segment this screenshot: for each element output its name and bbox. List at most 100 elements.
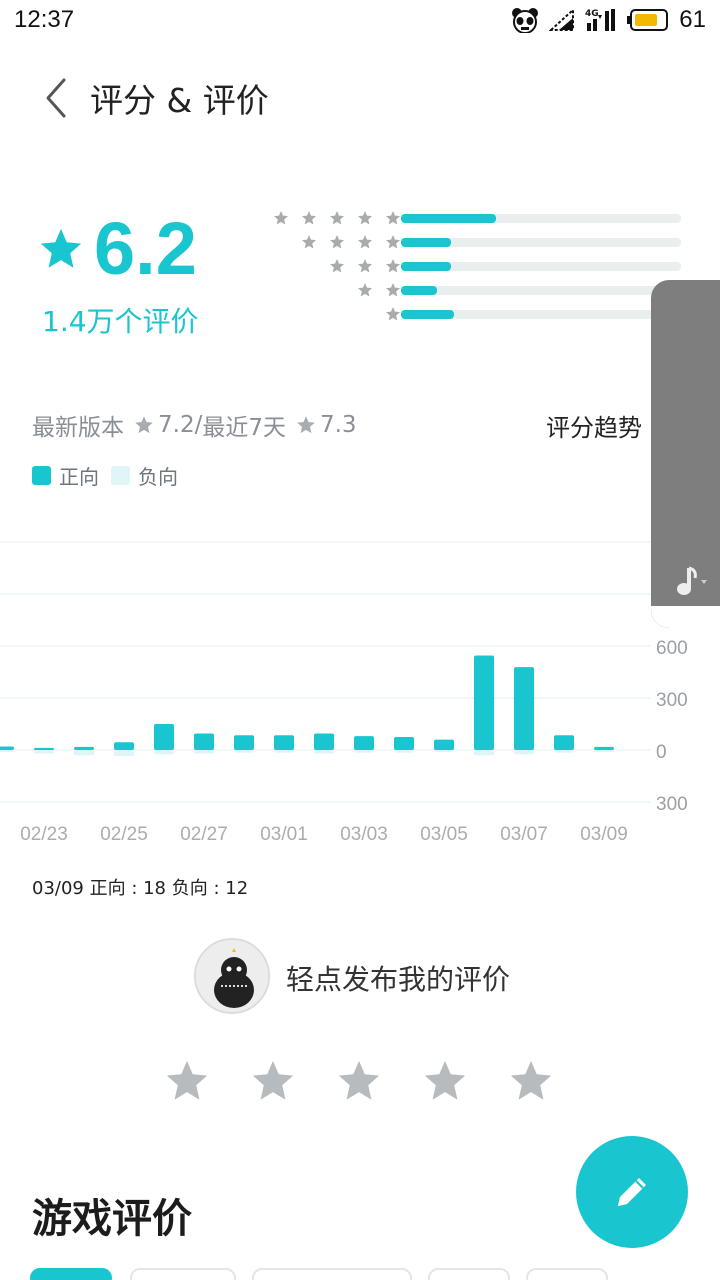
filter-tab[interactable] [30, 1268, 112, 1280]
star-icon [297, 416, 315, 434]
distribution-bar-track [401, 238, 681, 247]
positive-bar [34, 747, 54, 750]
positive-bar [474, 655, 494, 750]
positive-bar [154, 724, 174, 750]
recent-score: 7.3 [319, 412, 357, 438]
filter-tab[interactable] [428, 1268, 510, 1280]
legend-positive-swatch [32, 465, 51, 485]
page-title: 评分 & 评价 [90, 81, 269, 120]
x-tick-label: 03/03 [340, 824, 388, 845]
star-icon [358, 259, 372, 273]
floating-panel-edge [651, 606, 720, 628]
distribution-bar-fill [401, 286, 438, 295]
distribution-bar-fill [401, 262, 452, 271]
legend-positive: 正向 [32, 461, 99, 490]
version-separator: / [194, 412, 203, 438]
negative-bar [474, 750, 494, 756]
positive-bar [114, 742, 134, 750]
positive-bar [354, 736, 374, 750]
rating-trend-button[interactable]: 评分趋势 [546, 408, 642, 443]
negative-bar [154, 750, 174, 755]
star-icon [386, 235, 400, 249]
header: 评分 & 评价 [0, 60, 720, 136]
distribution-bar-track [401, 262, 681, 271]
floating-overlay-panel[interactable] [651, 280, 720, 628]
positive-bar [394, 737, 414, 750]
status-time: 12:37 [14, 6, 75, 33]
music-note-icon[interactable] [675, 564, 709, 600]
distribution-stars [301, 234, 401, 250]
battery-icon [627, 9, 669, 31]
compose-review[interactable]: 轻点发布我的评价 [194, 938, 574, 1014]
distribution-bar-track [401, 310, 681, 319]
y-tick-label: 0 [656, 742, 667, 763]
score-block: 6.2 1.4万个评价 [36, 207, 246, 340]
rate-star-icon[interactable] [422, 1058, 468, 1104]
negative-bar [74, 750, 94, 756]
distribution-row-3-star [256, 258, 686, 274]
x-tick-label: 03/07 [500, 824, 548, 845]
positive-bar [434, 739, 454, 750]
distribution-row-2-star [256, 282, 686, 298]
star-icon [386, 211, 400, 225]
star-icon [358, 235, 372, 249]
distribution-stars [329, 258, 401, 274]
negative-bar [114, 750, 134, 757]
positive-bar [554, 735, 574, 750]
filter-tab[interactable] [252, 1268, 412, 1280]
rating-trend-chart: 1200900600300030002/2302/2502/2703/0103/… [0, 520, 720, 850]
positive-bar [234, 735, 254, 750]
recent-label: 最近7天 [202, 415, 286, 441]
x-tick-label: 03/09 [580, 824, 628, 845]
rate-star-icon[interactable] [336, 1058, 382, 1104]
distribution-bar-track [401, 214, 681, 223]
negative-bar [514, 750, 534, 755]
rating-distribution [256, 210, 686, 330]
distribution-bar-fill [401, 214, 497, 223]
x-tick-label: 02/27 [180, 824, 228, 845]
legend-negative-label: 负向 [138, 464, 178, 489]
panda-icon [512, 8, 539, 33]
legend-positive-label: 正向 [59, 464, 99, 489]
latest-version-label: 最新版本 [32, 415, 124, 441]
distribution-row-4-star [256, 234, 686, 250]
y-tick-label: 600 [656, 638, 688, 659]
x-tick-label: 02/23 [20, 824, 68, 845]
rate-star-icon[interactable] [250, 1058, 296, 1104]
star-icon [135, 416, 153, 434]
distribution-bar-fill [401, 310, 455, 319]
positive-bar [194, 733, 214, 750]
legend-negative: 负向 [111, 461, 178, 490]
star-icon [40, 228, 82, 268]
score-value: 6.2 [94, 207, 197, 290]
review-filter-tabs [30, 1268, 720, 1280]
write-review-button[interactable] [576, 1136, 688, 1248]
legend-negative-swatch [111, 465, 130, 485]
signal-4g-icon: 4G [585, 9, 616, 31]
positive-bar [514, 667, 534, 750]
chart-legend: 正向 负向 [32, 461, 190, 490]
filter-tab[interactable] [130, 1268, 236, 1280]
positive-bar [74, 746, 94, 750]
negative-bar [554, 750, 574, 753]
negative-bar [194, 750, 214, 754]
star-icon [274, 211, 288, 225]
negative-bar [274, 750, 294, 753]
star-icon [302, 235, 316, 249]
filter-tab[interactable] [526, 1268, 608, 1280]
rate-star-icon[interactable] [164, 1058, 210, 1104]
star-icon [358, 211, 372, 225]
wifi-icon [549, 8, 575, 31]
section-title: 游戏评价 [32, 1196, 192, 1242]
distribution-row-5-star [256, 210, 686, 226]
negative-bar [0, 750, 14, 753]
battery-level: 61 [679, 6, 706, 33]
back-chevron-icon[interactable] [42, 76, 74, 120]
negative-bar [34, 750, 54, 754]
positive-bar [314, 733, 334, 750]
rate-star-icon[interactable] [508, 1058, 554, 1104]
negative-bar [594, 750, 614, 753]
star-icon [330, 259, 344, 273]
compose-prompt: 轻点发布我的评价 [286, 963, 511, 996]
avatar-image [196, 940, 268, 1012]
